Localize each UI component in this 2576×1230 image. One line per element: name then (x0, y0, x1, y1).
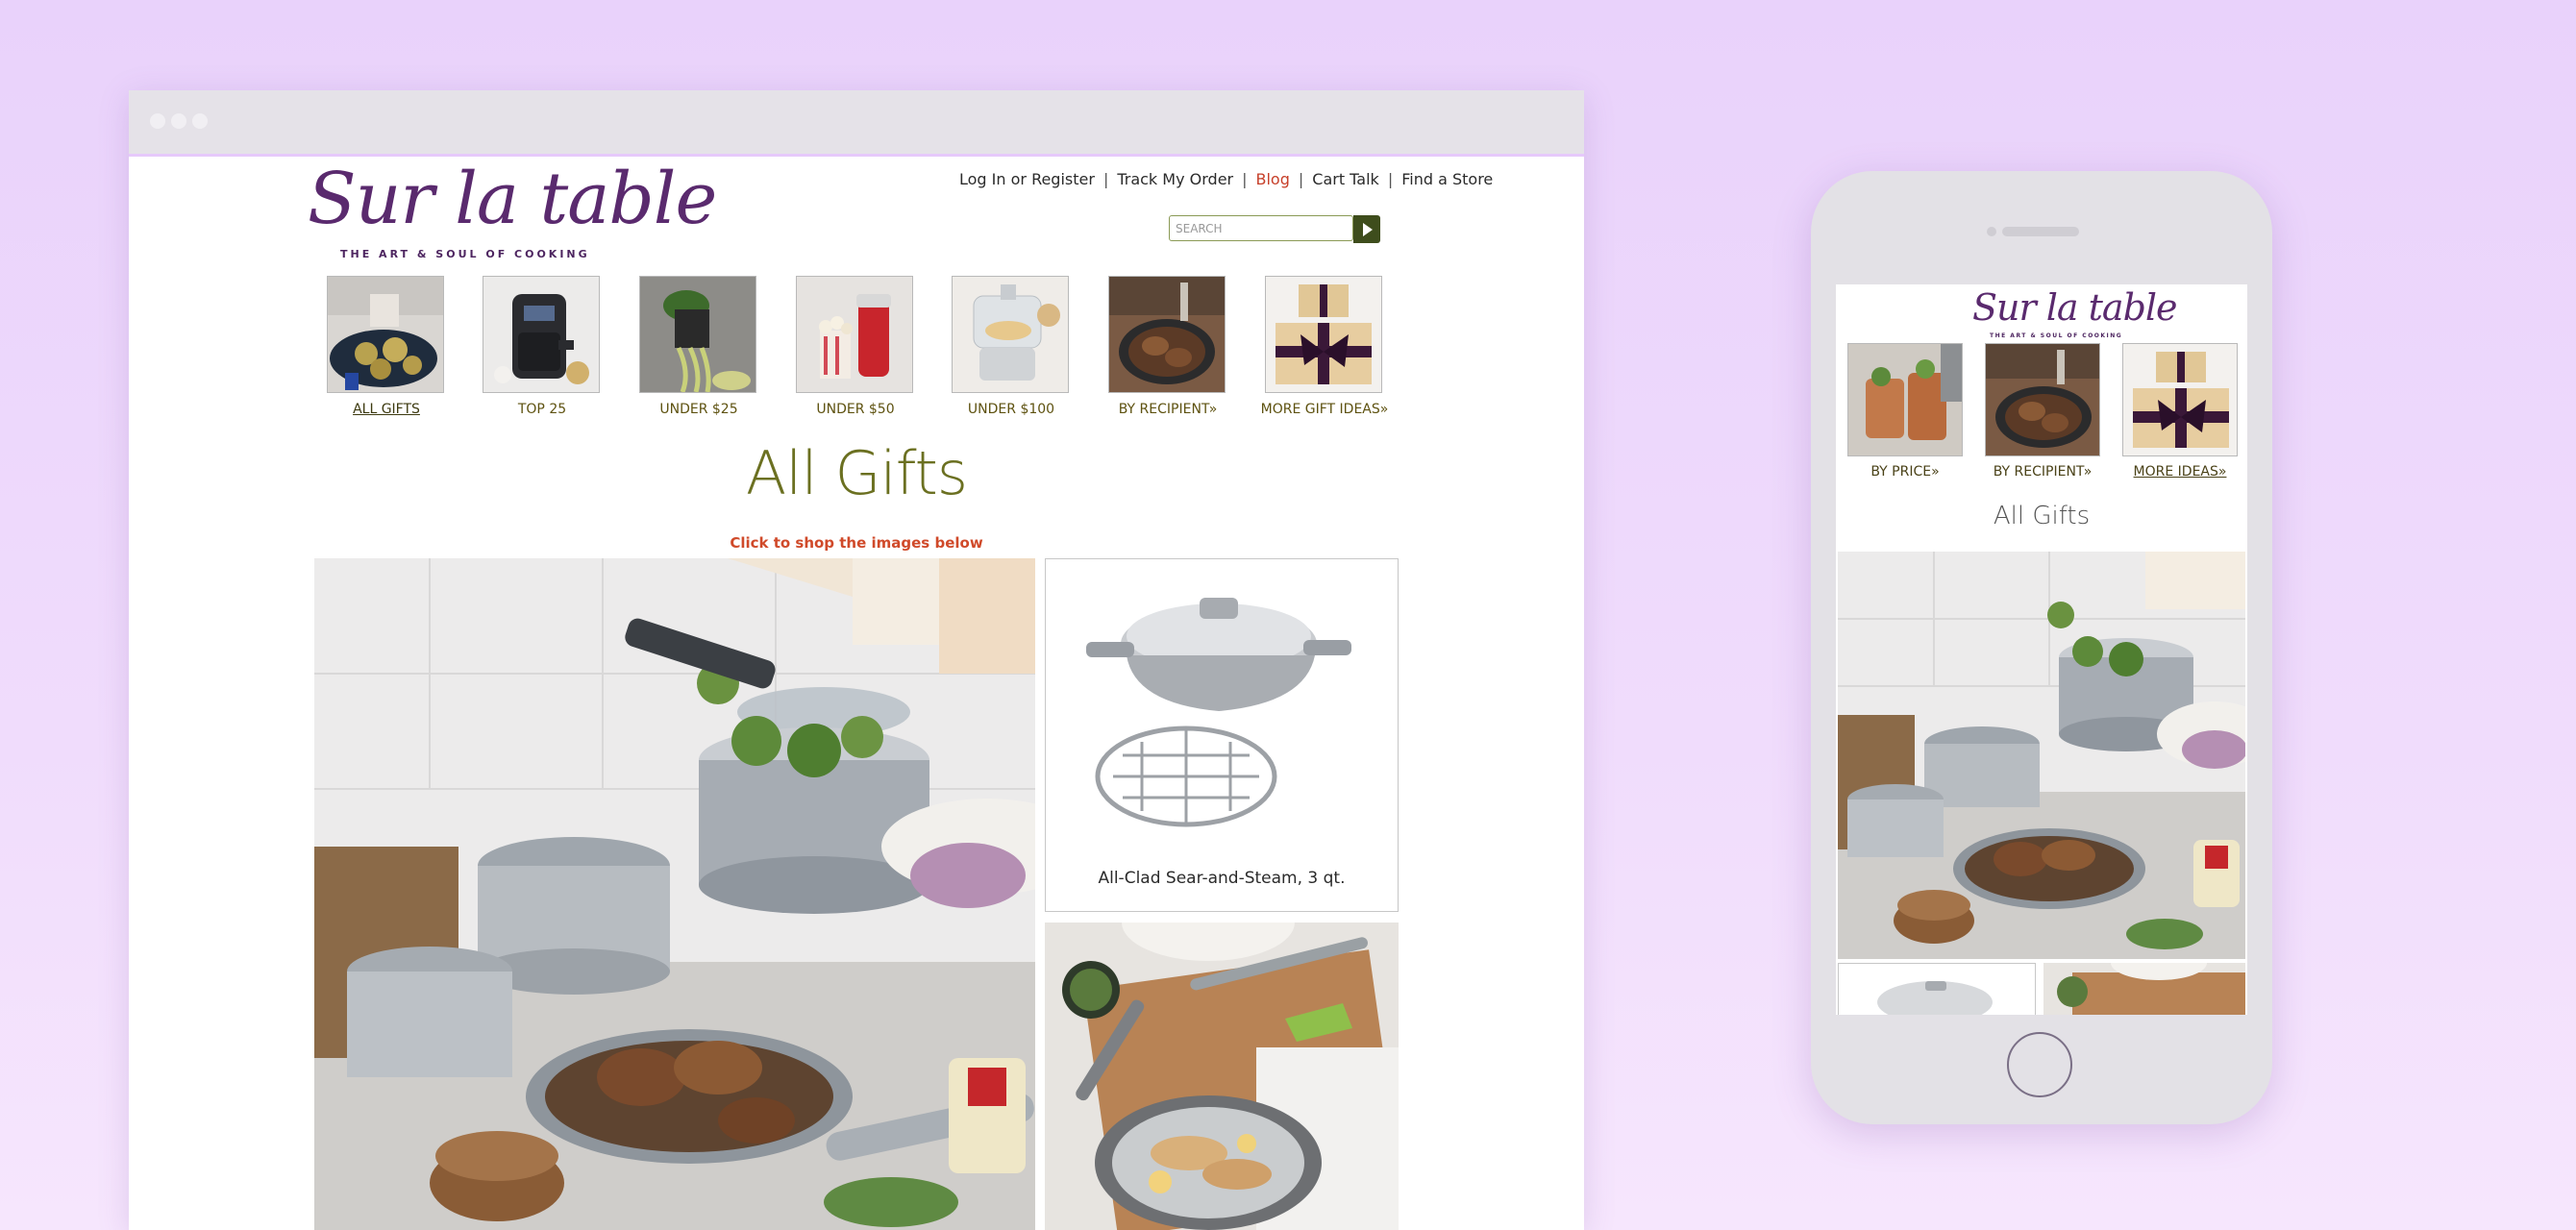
phone-home-button[interactable] (2007, 1032, 2072, 1097)
mobile-category-label[interactable]: MORE IDEAS» (2103, 464, 2247, 480)
search-submit-icon[interactable] (1353, 215, 1380, 243)
category-label[interactable]: UNDER $50 (777, 402, 934, 417)
search-input[interactable]: SEARCH (1169, 215, 1353, 241)
divider: | (1387, 170, 1394, 188)
cart-talk-link[interactable]: Cart Talk (1312, 170, 1379, 188)
mobile-skillet-fish-image[interactable] (2043, 963, 2245, 1015)
divider: | (1242, 170, 1248, 188)
mobile-site-logo[interactable]: Sur la table (1972, 286, 2178, 329)
site-logo[interactable]: Sur la table (308, 158, 717, 240)
category-by-recipient[interactable]: BY RECIPIENT» (1108, 276, 1227, 417)
mobile-screen: Sur la table THE ART & SOUL OF COOKING B… (1836, 284, 2247, 1015)
food-processor-image[interactable] (952, 276, 1069, 393)
window-close-dot[interactable] (150, 113, 165, 129)
phone-speaker-icon (2002, 227, 2079, 236)
category-under-100[interactable]: UNDER $100 (952, 276, 1071, 417)
product-name[interactable]: All-Clad Sear-and-Steam, 3 qt. (1046, 869, 1398, 888)
mobile-page-title: All Gifts (1993, 502, 2091, 530)
category-label[interactable]: BY RECIPIENT» (1089, 402, 1247, 417)
mobile-logo-tagline: THE ART & SOUL OF COOKING (1990, 332, 2123, 339)
category-label[interactable]: ALL GIFTS (308, 402, 465, 417)
login-register-link[interactable]: Log In or Register (959, 170, 1095, 188)
page-title: All Gifts (745, 438, 968, 508)
category-under-50[interactable]: UNDER $50 (796, 276, 915, 417)
gift-box-image[interactable] (1265, 276, 1382, 393)
blog-link[interactable]: Blog (1256, 170, 1290, 188)
page-subtitle: Click to shop the images below (730, 534, 983, 552)
browser-title-bar (129, 90, 1584, 157)
popcorn-maker-image[interactable] (796, 276, 913, 393)
category-label[interactable]: TOP 25 (463, 402, 621, 417)
category-label[interactable]: UNDER $25 (620, 402, 778, 417)
skillet-image[interactable] (1108, 276, 1226, 393)
mobile-product-card[interactable] (1838, 963, 2036, 1015)
product-card[interactable]: All-Clad Sear-and-Steam, 3 qt. (1045, 558, 1399, 912)
utility-nav: Log In or Register | Track My Order | Blog | C… (959, 170, 1493, 188)
divider: | (1102, 170, 1109, 188)
skillet-fish-image[interactable] (1045, 922, 1399, 1230)
category-all-gifts[interactable]: ALL GIFTS (327, 276, 446, 417)
mobile-category-label[interactable]: BY PRICE» (1836, 464, 1982, 480)
gift-box-image[interactable] (2122, 343, 2238, 456)
air-fryer-image[interactable] (483, 276, 600, 393)
artichoke-platter-image[interactable] (327, 276, 444, 393)
category-more-gift-ideas[interactable]: MORE GIFT IDEAS» (1261, 276, 1388, 417)
category-label[interactable]: MORE GIFT IDEAS» (1246, 402, 1403, 417)
find-store-link[interactable]: Find a Store (1401, 170, 1493, 188)
category-top-25[interactable]: TOP 25 (483, 276, 602, 417)
mobile-category-by-recipient[interactable]: BY RECIPIENT» (1985, 343, 2100, 480)
window-minimize-dot[interactable] (171, 113, 186, 129)
desktop-browser-window: Sur la table THE ART & SOUL OF COOKING L… (129, 90, 1584, 1230)
cookware-hero-image[interactable] (314, 558, 1035, 1230)
copper-mugs-image[interactable] (1847, 343, 1963, 456)
divider: | (1298, 170, 1304, 188)
category-label[interactable]: UNDER $100 (932, 402, 1090, 417)
sear-and-steam-pan-image[interactable] (1046, 559, 1398, 848)
skillet-image[interactable] (1985, 343, 2100, 456)
mobile-category-by-price[interactable]: BY PRICE» (1847, 343, 1963, 480)
mobile-cookware-hero-image[interactable] (1838, 552, 2245, 959)
spiralizer-image[interactable] (639, 276, 756, 393)
category-under-25[interactable]: UNDER $25 (639, 276, 758, 417)
track-order-link[interactable]: Track My Order (1117, 170, 1233, 188)
logo-tagline: THE ART & SOUL OF COOKING (340, 248, 590, 260)
window-maximize-dot[interactable] (192, 113, 208, 129)
phone-camera-icon (1987, 227, 1996, 236)
mobile-category-more-ideas[interactable]: MORE IDEAS» (2122, 343, 2238, 480)
mobile-category-label[interactable]: BY RECIPIENT» (1966, 464, 2119, 480)
